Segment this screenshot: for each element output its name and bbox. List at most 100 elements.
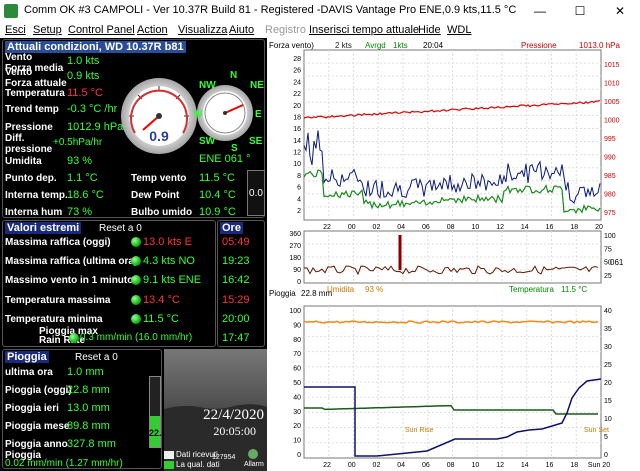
g1-yl-tick: 20: [293, 103, 301, 110]
extreme-value-5: 0.3 mm/min (16.0 mm/hr): [80, 332, 193, 343]
g1-yl-tick: 22: [293, 91, 301, 98]
menu-esci[interactable]: Esci: [5, 24, 26, 36]
g1-yr-tick: 1005: [604, 99, 620, 106]
g1-yr-tick: 990: [604, 155, 616, 162]
menu-inserisci-tempo[interactable]: Inserisci tempo attuale: [309, 24, 419, 36]
weather-display-app: Comm OK #3 CAMPOLI - Ver 10.37R Build 81…: [0, 0, 640, 471]
wind-compass: [197, 85, 253, 141]
g1-yl-tick: 28: [293, 56, 301, 63]
menu-aiuto[interactable]: Aiuto: [229, 24, 254, 36]
compass-nw: NW: [199, 80, 216, 91]
g3-yr-tick: 5: [604, 434, 608, 441]
extreme-value-0: 13.0 kts E: [143, 236, 192, 248]
g2-y-right: 100755025: [604, 233, 616, 280]
compass-ne: NE: [250, 80, 264, 91]
extreme-time-0: 05:49: [222, 236, 250, 248]
extremes-times-panel: Ore 05:49 19:23 16:42 15:29 20:00 17:47: [217, 220, 265, 347]
g3-yr-tick: 35: [604, 326, 612, 333]
g1-hdr-time: 20:04: [423, 41, 444, 50]
extreme-led-4: [131, 314, 141, 324]
g2-yl-tick: 90: [293, 267, 301, 274]
wind-speed-gauge: 0.9: [121, 78, 197, 154]
wind-chill-value: 11.5 °C: [199, 172, 235, 184]
g2-y-left: 360 270 180 90 0: [289, 231, 301, 286]
x-tick: 14: [521, 462, 529, 469]
g2-temp-value: 11.5 °C: [561, 285, 587, 294]
x-tick: 22: [323, 224, 331, 231]
g3-yl-tick: 10: [293, 438, 301, 445]
x-tick: 12: [496, 462, 504, 469]
extreme-led-1: [131, 256, 141, 266]
minimize-button[interactable]: —: [520, 0, 560, 22]
x-tick: 08: [447, 462, 455, 469]
g3-sunrise: Sun Rise: [405, 427, 434, 434]
g1-yr-tick: 1015: [604, 62, 620, 69]
x-tick: 06: [422, 462, 430, 469]
extreme-value-1: 4.3 kts NO: [143, 255, 195, 267]
x-tick: 22: [323, 462, 331, 469]
g1-yl-tick: 2: [297, 208, 301, 215]
maximize-button[interactable]: ☐: [560, 0, 600, 22]
pressure-diff-label: Diff. pressione: [5, 133, 53, 155]
g2-yr-tick: 100: [604, 233, 616, 240]
g2-yl-tick: 180: [289, 255, 301, 262]
x-tick: 12: [496, 224, 504, 231]
rain-label-3: Pioggia mese: [5, 421, 70, 432]
g2-yl-tick: 360: [289, 231, 301, 238]
g3-x-axis: 22 00 02 04 06 08 10 12 14 16 18 Sun 20: [323, 462, 610, 469]
alarm-icon[interactable]: [248, 449, 258, 459]
g1-hdr-wind: Forza vento): [269, 41, 314, 50]
g3-yl-tick: 100: [289, 308, 301, 315]
g1-yr-tick: 995: [604, 136, 616, 143]
g1-yl-tick: 18: [293, 114, 301, 121]
g2-yl-tick: 270: [289, 243, 301, 250]
g2-humidity-value: 93 %: [365, 285, 383, 294]
g3-yr-tick: 15: [604, 398, 612, 405]
g1-hdr-avg: Avrgd: [365, 41, 386, 50]
x-tick: 02: [373, 224, 381, 231]
g3-yr-tick: 40: [604, 308, 612, 315]
g3-yr-tick: 20: [604, 380, 612, 387]
x-tick: 04: [397, 224, 405, 231]
g1-yr-tick: 975: [604, 210, 616, 217]
humidity-label: Umidita: [5, 156, 42, 167]
data-quality-box: [164, 461, 174, 469]
extreme-label-1: Massima raffica (ultima ora): [5, 256, 138, 267]
pressure-diff-value: +0.5hPa/hr: [53, 137, 103, 148]
g1-yl-tick: 16: [293, 126, 301, 133]
rain-panel: Pioggia Reset a 0 ultima ora 1.0 mm Piog…: [2, 349, 167, 469]
trend-value: -0.3 °C /hr: [67, 103, 118, 115]
rain-reset[interactable]: Reset a 0: [75, 352, 118, 363]
menu-hide[interactable]: Hide: [418, 24, 441, 36]
x-tick: 14: [521, 224, 529, 231]
menu-registro: Registro: [265, 24, 306, 36]
g1-yr-tick: 1010: [604, 81, 620, 88]
wet-bulb-value: 10.9 °C: [199, 206, 236, 218]
rain-value-1: 22.8 mm: [67, 384, 110, 396]
g1-hdr-pressv: 1013.0 hPa: [579, 41, 620, 50]
menu-bar: Esci Setup Control Panel Action Visualiz…: [0, 22, 640, 38]
extremes-panel: Valori estremi Reset a 0 Massima raffica…: [2, 220, 216, 347]
close-button[interactable]: ✕: [600, 0, 640, 22]
extreme-time-5: 17:47: [222, 332, 250, 344]
humidity-value: 93 %: [67, 155, 93, 167]
menu-control-panel[interactable]: Control Panel: [68, 24, 135, 36]
g1-yl-tick: 10: [293, 161, 301, 168]
g3-yl-tick: 40: [293, 394, 301, 401]
x-tick: 18: [570, 224, 578, 231]
dewpoint2-value: 10.4 °C: [199, 189, 236, 201]
x-tick: 04: [397, 462, 405, 469]
extremes-reset[interactable]: Reset a 0: [99, 223, 142, 234]
menu-wdl[interactable]: WDL: [447, 24, 471, 36]
g1-yr-tick: 1000: [604, 118, 620, 125]
g1-yl-tick: 6: [297, 185, 301, 192]
temperature-label: Temperatura: [5, 88, 65, 99]
menu-action[interactable]: Action: [137, 24, 168, 36]
wind-direction-value: ENE 061 °: [199, 153, 251, 165]
menu-visualizza[interactable]: Visualizza: [178, 24, 227, 36]
alarm-label[interactable]: Allarm: [244, 461, 264, 468]
x-tick: 06: [422, 224, 430, 231]
g3-yl-tick: 90: [293, 322, 301, 329]
menu-setup[interactable]: Setup: [33, 24, 62, 36]
extreme-value-3: 13.4 °C: [143, 294, 180, 306]
